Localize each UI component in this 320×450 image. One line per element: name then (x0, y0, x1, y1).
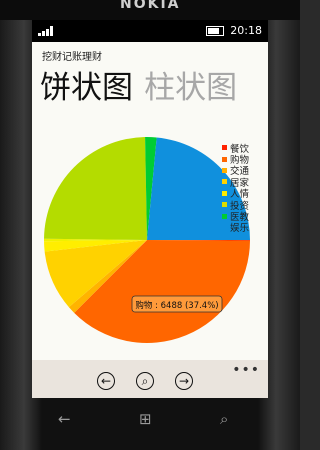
pivot-header: 饼状图 柱状图 (40, 62, 243, 107)
legend-swatch (222, 190, 227, 196)
back-key-icon[interactable]: ← (58, 410, 71, 428)
legend-swatch (222, 156, 227, 162)
legend-swatch (222, 179, 227, 185)
legend-swatch (222, 167, 227, 173)
forward-arrow-button[interactable]: → (175, 372, 193, 390)
chart-tooltip: 购物 : 6488 (37.4%) (131, 295, 223, 313)
battery-icon (206, 25, 225, 36)
status-bar: 20:18 (32, 20, 268, 42)
legend-swatch (222, 145, 227, 151)
svg-text:购物 : 6488 (37.4%): 购物 : 6488 (37.4%) (135, 300, 218, 311)
app-bar: ← ⌕ → ••• (32, 360, 268, 398)
search-key-icon[interactable]: ⌕ (220, 410, 228, 428)
legend-swatch (222, 213, 227, 219)
back-arrow-button[interactable]: ← (97, 372, 115, 390)
status-time: 20:18 (230, 24, 262, 37)
brand-logo: NOKIA (120, 0, 181, 12)
chart-legend: 餐饮 购物 交通 居家 人情 投资 医教 娱乐 (222, 142, 250, 235)
tab-pie-chart[interactable]: 饼状图 (40, 70, 133, 106)
tab-bar-chart[interactable]: 柱状图 (144, 70, 237, 106)
app-title: 挖财记账理财 (42, 52, 102, 63)
hardware-keys: ← ⊞ ⌕ (0, 398, 300, 450)
phone-frame: NOKIA 20:18 挖财记账理财 饼状图 柱状图 购物 : 6488 (37… (0, 0, 300, 450)
legend-label: 娱乐 (230, 223, 250, 235)
legend-swatch (222, 224, 227, 230)
pie-slice-医教[interactable] (44, 137, 147, 240)
legend-item: 娱乐 (222, 222, 250, 235)
signal-icon (38, 26, 53, 36)
legend-swatch (222, 202, 227, 208)
more-options-icon[interactable]: ••• (232, 362, 260, 378)
phone-top-bezel: NOKIA (0, 0, 300, 20)
search-button[interactable]: ⌕ (136, 372, 154, 390)
windows-start-icon[interactable]: ⊞ (139, 410, 152, 428)
phone-screen: 20:18 挖财记账理财 饼状图 柱状图 购物 : 6488 (37.4%) 餐… (32, 20, 268, 398)
